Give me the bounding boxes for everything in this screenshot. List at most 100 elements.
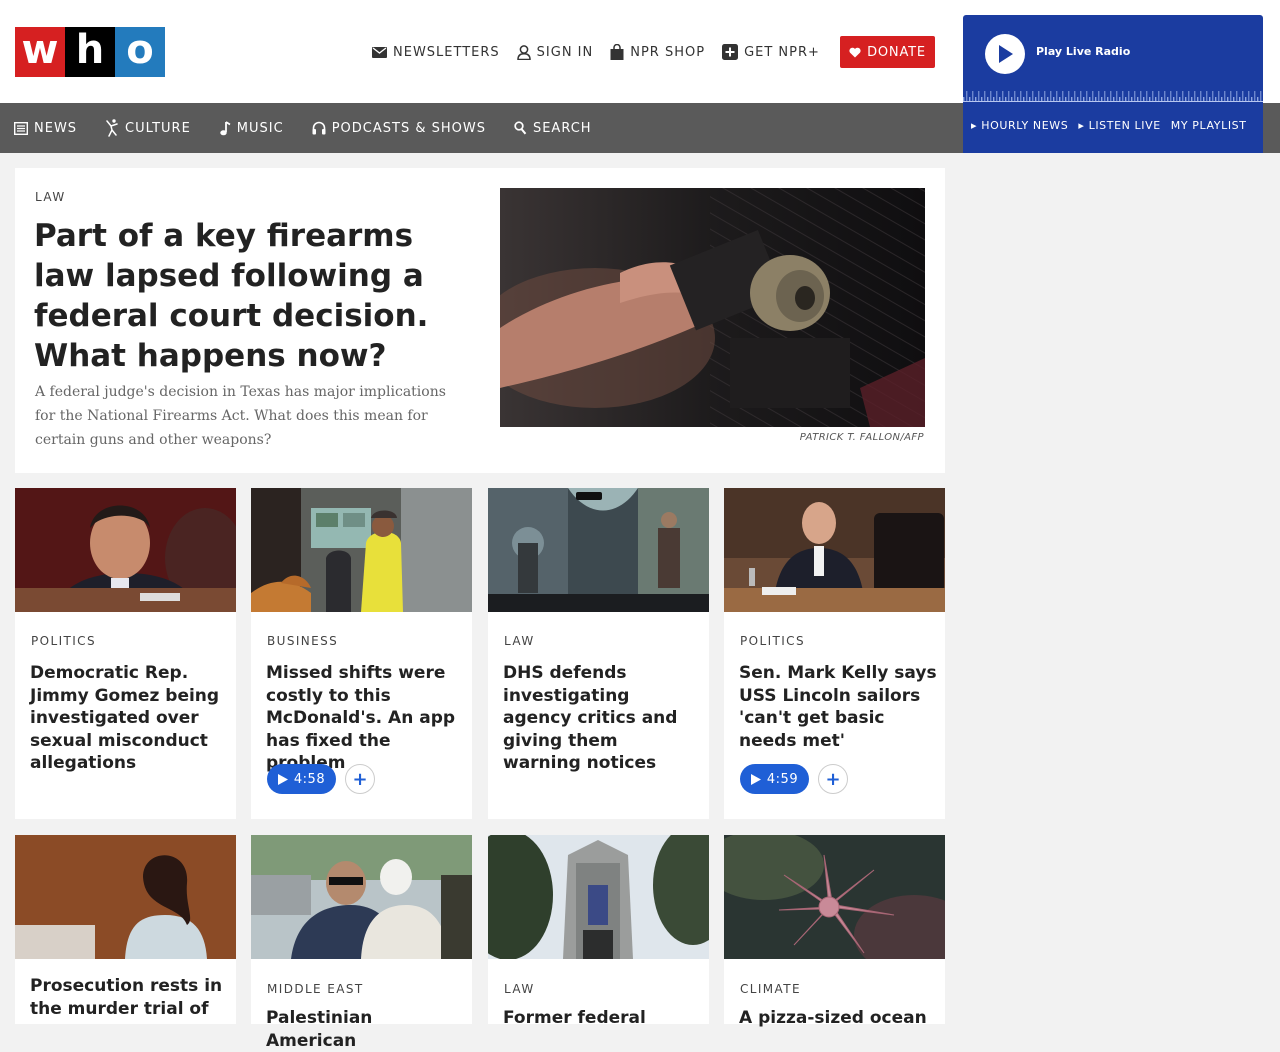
my-playlist-link[interactable]: MY PLAYLIST xyxy=(1171,119,1247,132)
story-headline[interactable]: DHS defends investigating agency critics… xyxy=(503,662,701,775)
audio-duration: 4:59 xyxy=(766,771,799,787)
story-thumbnail[interactable] xyxy=(488,488,709,612)
photo-credit: PATRICK T. FALLON/AFP xyxy=(799,432,924,443)
story-card: LAW DHS defends investigating agency cri… xyxy=(488,488,709,819)
story-headline[interactable]: Sen. Mark Kelly says USS Lincoln sailors… xyxy=(739,662,937,752)
player-links: ▸ HOURLY NEWS ▸ LISTEN LIVE MY PLAYLIST xyxy=(971,119,1257,132)
logo-letter-o: o xyxy=(115,27,165,77)
story-card: POLITICS Democratic Rep. Jimmy Gomez bei… xyxy=(15,488,236,819)
user-icon xyxy=(516,44,531,60)
story-thumbnail[interactable] xyxy=(724,835,945,959)
play-live-radio-button[interactable] xyxy=(985,34,1025,74)
plus-square-icon xyxy=(722,44,739,60)
hero-slug[interactable]: LAW xyxy=(35,190,66,204)
courtroom-woman-photo xyxy=(15,835,236,959)
story-slug[interactable]: BUSINESS xyxy=(267,634,338,648)
story-headline[interactable]: A pizza-sized ocean xyxy=(739,1007,937,1030)
story-card: POLITICS Sen. Mark Kelly says USS Lincol… xyxy=(724,488,945,819)
dancer-icon xyxy=(106,119,118,137)
sign-in-link[interactable]: SIGN IN xyxy=(516,44,594,60)
play-live-radio-label: Play Live Radio xyxy=(1036,45,1131,58)
get-npr-plus-link[interactable]: GET NPR+ xyxy=(722,44,820,60)
story-thumbnail[interactable] xyxy=(724,488,945,612)
story-thumbnail[interactable] xyxy=(488,835,709,959)
hero-teaser: A federal judge's decision in Texas has … xyxy=(35,384,446,448)
search-icon xyxy=(514,121,527,135)
federal-building-photo xyxy=(488,835,709,959)
story-thumbnail[interactable] xyxy=(251,488,472,612)
story-headline[interactable]: Missed shifts were costly to this McDona… xyxy=(266,662,464,775)
listen-button[interactable]: 4:59 xyxy=(740,764,809,794)
play-icon xyxy=(750,773,761,785)
logo-letter-w: w xyxy=(15,27,65,77)
add-to-playlist-button[interactable]: + xyxy=(345,764,375,794)
story-slug[interactable]: LAW xyxy=(504,634,535,648)
senator-hearing-photo xyxy=(724,488,945,612)
get-npr-plus-label: GET NPR+ xyxy=(744,44,820,60)
doorbell-camera-screens-photo xyxy=(488,488,709,612)
nav-item-news[interactable]: NEWS xyxy=(14,121,77,136)
play-icon xyxy=(999,45,1013,63)
listen-live-link[interactable]: ▸ LISTEN LIVE xyxy=(1078,119,1160,132)
politician-speaking-photo xyxy=(15,488,236,612)
nav-item-culture[interactable]: CULTURE xyxy=(105,119,191,137)
newsletters-label: NEWSLETTERS xyxy=(393,44,500,60)
embrace-photo xyxy=(251,835,472,959)
story-card: BUSINESS Missed shifts were costly to th… xyxy=(251,488,472,819)
story-headline[interactable]: Democratic Rep. Jimmy Gomez being invest… xyxy=(30,662,228,775)
nav-item-music[interactable]: MUSIC xyxy=(219,121,284,136)
shopping-bag-icon xyxy=(610,44,624,60)
logo-letter-h: h xyxy=(65,27,115,77)
utility-links: NEWSLETTERS SIGN IN NPR SHOP GET NPR+ xyxy=(372,42,837,62)
nav-item-search[interactable]: SEARCH xyxy=(514,121,592,136)
story-slug[interactable]: CLIMATE xyxy=(740,982,801,996)
hero-headline[interactable]: Part of a key firearms law lapsed follow… xyxy=(34,216,464,376)
play-icon xyxy=(277,773,288,785)
story-headline[interactable]: Prosecution rests in the murder trial of xyxy=(30,975,228,1020)
story-headline[interactable]: Palestinian American xyxy=(266,1007,464,1052)
nav-news-label: NEWS xyxy=(34,120,78,136)
featured-story: LAW Part of a key firearms law lapsed fo… xyxy=(15,168,945,473)
newsletters-link[interactable]: NEWSLETTERS xyxy=(372,45,500,60)
hero-image[interactable] xyxy=(500,188,925,427)
nav-item-podcasts-shows[interactable]: PODCASTS & SHOWS xyxy=(312,121,486,136)
listen-button[interactable]: 4:58 xyxy=(267,764,336,794)
firearm-photo xyxy=(500,188,925,427)
headphones-icon xyxy=(312,121,326,135)
nav-search-label: SEARCH xyxy=(532,120,592,136)
story-slug[interactable]: MIDDLE EAST xyxy=(267,982,364,996)
story-card: CLIMATE A pizza-sized ocean xyxy=(724,835,945,1028)
heart-icon xyxy=(849,47,861,57)
add-to-playlist-button[interactable]: + xyxy=(818,764,848,794)
story-headline[interactable]: Former federal xyxy=(503,1007,701,1030)
site-logo[interactable]: w h o xyxy=(15,27,165,77)
sea-star-photo xyxy=(724,835,945,959)
donate-button[interactable]: DONATE xyxy=(840,36,935,68)
story-thumbnail[interactable] xyxy=(15,835,236,959)
story-slug[interactable]: LAW xyxy=(504,982,535,996)
audio-waveform-graphic xyxy=(963,87,1263,103)
story-thumbnail[interactable] xyxy=(251,835,472,959)
story-slug[interactable]: POLITICS xyxy=(31,634,96,648)
nav-music-label: MUSIC xyxy=(236,120,284,136)
hourly-news-link[interactable]: ▸ HOURLY NEWS xyxy=(971,119,1068,132)
npr-shop-link[interactable]: NPR SHOP xyxy=(610,44,705,60)
sign-in-label: SIGN IN xyxy=(536,44,594,60)
envelope-icon xyxy=(372,46,387,58)
story-card: MIDDLE EAST Palestinian American xyxy=(251,835,472,1051)
story-slug[interactable]: POLITICS xyxy=(740,634,805,648)
newspaper-icon xyxy=(14,121,28,135)
nav-podcasts-label: PODCASTS & SHOWS xyxy=(331,120,486,136)
restaurant-kitchen-photo xyxy=(251,488,472,612)
donate-label: DONATE xyxy=(867,44,926,60)
audio-controls: 4:58 + xyxy=(267,764,375,794)
live-radio-player: Play Live Radio ▸ HOURLY NEWS ▸ LISTEN L… xyxy=(963,15,1263,153)
music-note-icon xyxy=(220,120,231,135)
nav-culture-label: CULTURE xyxy=(125,120,191,136)
audio-duration: 4:58 xyxy=(293,771,326,787)
audio-controls: 4:59 + xyxy=(740,764,848,794)
story-card: LAW Former federal xyxy=(488,835,709,1028)
story-card: Prosecution rests in the murder trial of xyxy=(15,835,236,1024)
story-thumbnail[interactable] xyxy=(15,488,236,612)
npr-shop-label: NPR SHOP xyxy=(630,44,706,60)
